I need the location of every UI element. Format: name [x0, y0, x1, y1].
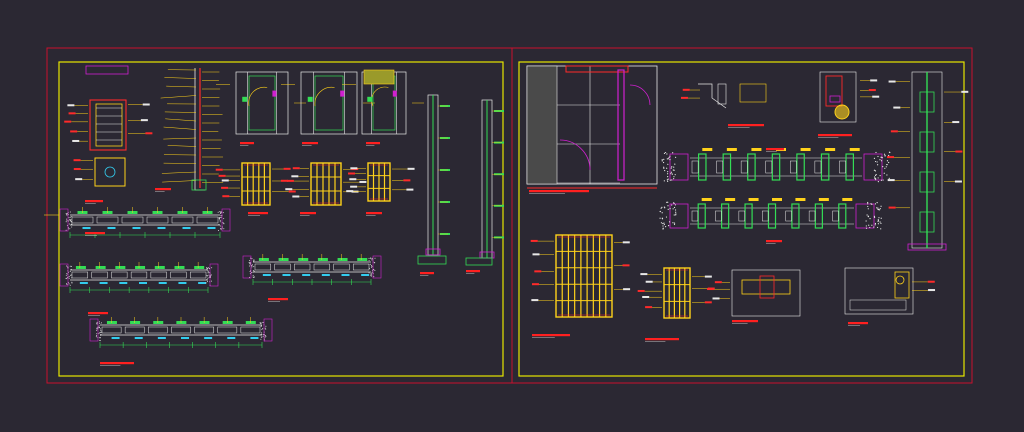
- cad-drawing-canvas[interactable]: [0, 0, 1024, 432]
- hatch-panel: [363, 69, 395, 85]
